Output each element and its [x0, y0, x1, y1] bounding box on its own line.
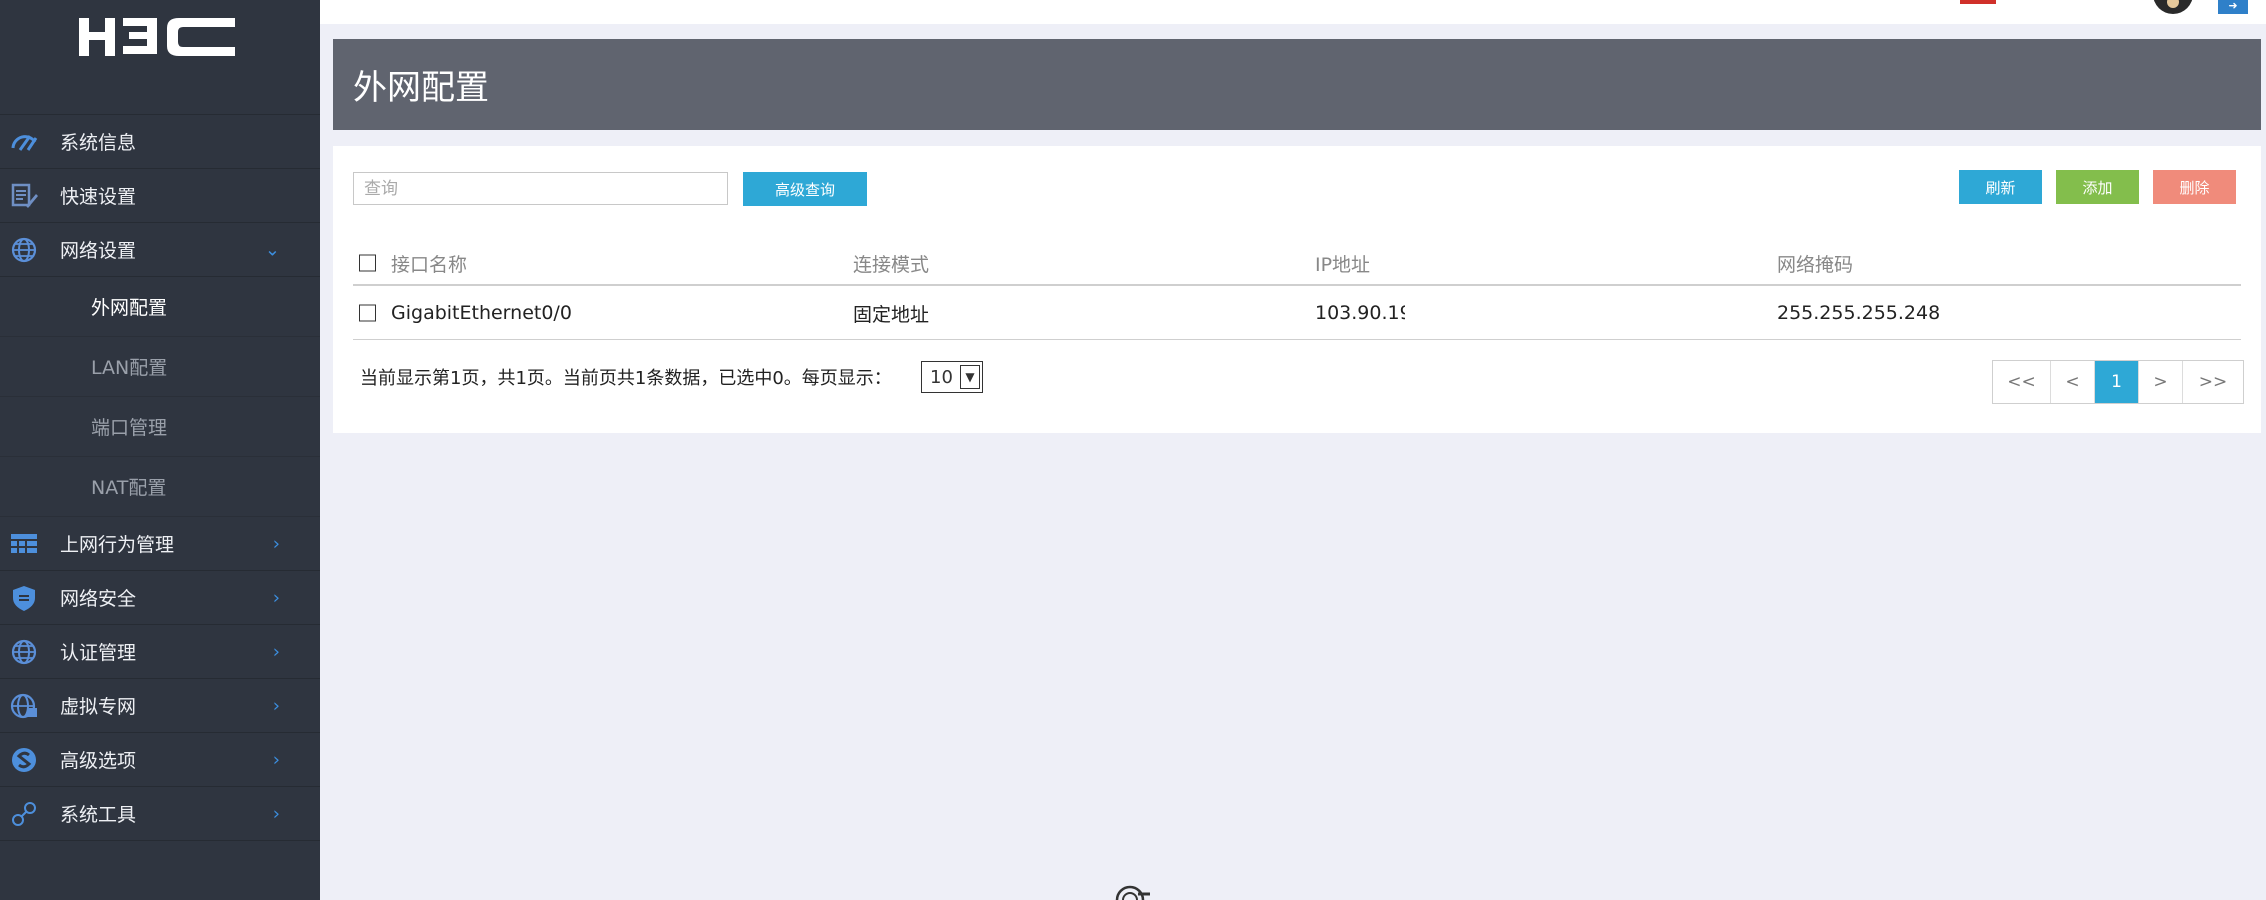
table-grid-icon	[10, 530, 38, 558]
globe-icon	[10, 638, 38, 666]
pagination: << < 1 > >>	[1992, 360, 2244, 404]
page-title: 外网配置	[353, 68, 489, 108]
sidebar-item-vpn[interactable]: 虚拟专网 ›	[0, 679, 320, 733]
globe-icon	[10, 236, 38, 264]
language-flag-icon[interactable]	[1960, 0, 1996, 4]
sidebar-item-system-info[interactable]: 系统信息	[0, 115, 320, 169]
next-page-button[interactable]: >	[2139, 361, 2183, 403]
page-header: 外网配置	[333, 39, 2261, 130]
page-1-button[interactable]: 1	[2095, 361, 2139, 403]
sidebar-item-auth-management[interactable]: 认证管理 ›	[0, 625, 320, 679]
chevron-right-icon: ›	[272, 803, 280, 824]
column-header-netmask[interactable]: 网络掩码	[1777, 242, 2177, 284]
dashboard-icon	[10, 128, 38, 156]
sidebar-item-behavior-management[interactable]: 上网行为管理 ›	[0, 517, 320, 571]
sidebar-item-advanced-options[interactable]: 高级选项 ›	[0, 733, 320, 787]
sidebar: 系统信息 快速设置 网络设置 ⌄ 外网配置 LAN配置 端口管理 NAT配置 上…	[0, 0, 320, 900]
column-header-interface-name[interactable]: 接口名称	[391, 242, 811, 284]
chat-icon[interactable]	[1112, 884, 1152, 900]
chevron-right-icon: ›	[272, 533, 280, 554]
sidebar-subitem-wan-config[interactable]: 外网配置	[0, 277, 320, 337]
prev-page-button[interactable]: <	[2051, 361, 2095, 403]
chevron-right-icon: ›	[272, 641, 280, 662]
sidebar-item-label: 网络设置	[60, 240, 137, 262]
sidebar-item-network-security[interactable]: 网络安全 ›	[0, 571, 320, 625]
delete-button[interactable]: 删除	[2153, 170, 2236, 204]
sidebar-item-label: 系统工具	[60, 804, 137, 826]
content-panel: 高级查询 刷新 添加 删除 接口名称 连接模式 IP地址 网络掩码 Gigabi…	[333, 146, 2261, 433]
chevron-right-icon: ›	[272, 749, 280, 770]
sidebar-item-label: 网络安全	[60, 588, 137, 610]
sidebar-item-label: 快速设置	[60, 186, 137, 208]
advanced-search-button[interactable]: 高级查询	[743, 172, 867, 206]
search-input[interactable]	[353, 172, 728, 205]
sidebar-item-label: 高级选项	[60, 750, 137, 772]
logout-icon[interactable]: ➜	[2218, 0, 2248, 14]
sidebar-subitem-nat-config[interactable]: NAT配置	[0, 457, 320, 517]
quick-setup-icon	[10, 182, 38, 210]
advanced-icon	[10, 746, 38, 774]
row-checkbox[interactable]	[359, 304, 376, 322]
sidebar-item-label: 虚拟专网	[60, 696, 137, 718]
table-row[interactable]: GigabitEthernet0/0 固定地址 103.90.19 255.25…	[353, 287, 2241, 340]
sidebar-subitem-port-management[interactable]: 端口管理	[0, 397, 320, 457]
sidebar-menu: 系统信息 快速设置 网络设置 ⌄ 外网配置 LAN配置 端口管理 NAT配置 上…	[0, 114, 320, 841]
h3c-logo	[0, 0, 320, 114]
chevron-right-icon: ›	[272, 587, 280, 608]
pagination-summary: 当前显示第1页，共1页。当前页共1条数据，已选中0。每页显示：	[360, 368, 892, 389]
first-page-button[interactable]: <<	[1993, 361, 2051, 403]
vpn-globe-icon	[10, 692, 38, 720]
page-size-value: 10	[930, 366, 953, 388]
last-page-button[interactable]: >>	[2183, 361, 2243, 403]
column-header-connection-mode[interactable]: 连接模式	[853, 242, 1253, 284]
refresh-button[interactable]: 刷新	[1959, 170, 2042, 204]
h3c-logo-mark	[79, 18, 235, 56]
sidebar-item-system-tools[interactable]: 系统工具 ›	[0, 787, 320, 841]
table-header: 接口名称 连接模式 IP地址 网络掩码	[353, 242, 2241, 286]
page-size-select[interactable]: 10 ▼	[921, 361, 983, 393]
sidebar-subitem-lan-config[interactable]: LAN配置	[0, 337, 320, 397]
chevron-down-icon: ▼	[960, 365, 980, 389]
sidebar-item-label: 认证管理	[60, 642, 137, 664]
cell-ip-address: 103.90.19	[1315, 302, 1405, 324]
sidebar-item-quick-setup[interactable]: 快速设置	[0, 169, 320, 223]
column-header-ip-address[interactable]: IP地址	[1315, 242, 1515, 284]
sidebar-item-label: 系统信息	[60, 132, 137, 154]
chevron-right-icon: ›	[272, 695, 280, 716]
select-all-checkbox[interactable]	[359, 254, 376, 272]
link-tools-icon	[10, 800, 38, 828]
cell-netmask: 255.255.255.248	[1777, 302, 1941, 324]
cell-interface-name: GigabitEthernet0/0	[391, 302, 572, 324]
sidebar-item-network-settings[interactable]: 网络设置 ⌄	[0, 223, 320, 277]
shield-icon	[10, 584, 38, 612]
sidebar-item-label: 上网行为管理	[60, 534, 175, 556]
add-button[interactable]: 添加	[2056, 170, 2139, 204]
cell-connection-mode: 固定地址	[853, 303, 930, 326]
chevron-down-icon: ⌄	[264, 239, 280, 260]
